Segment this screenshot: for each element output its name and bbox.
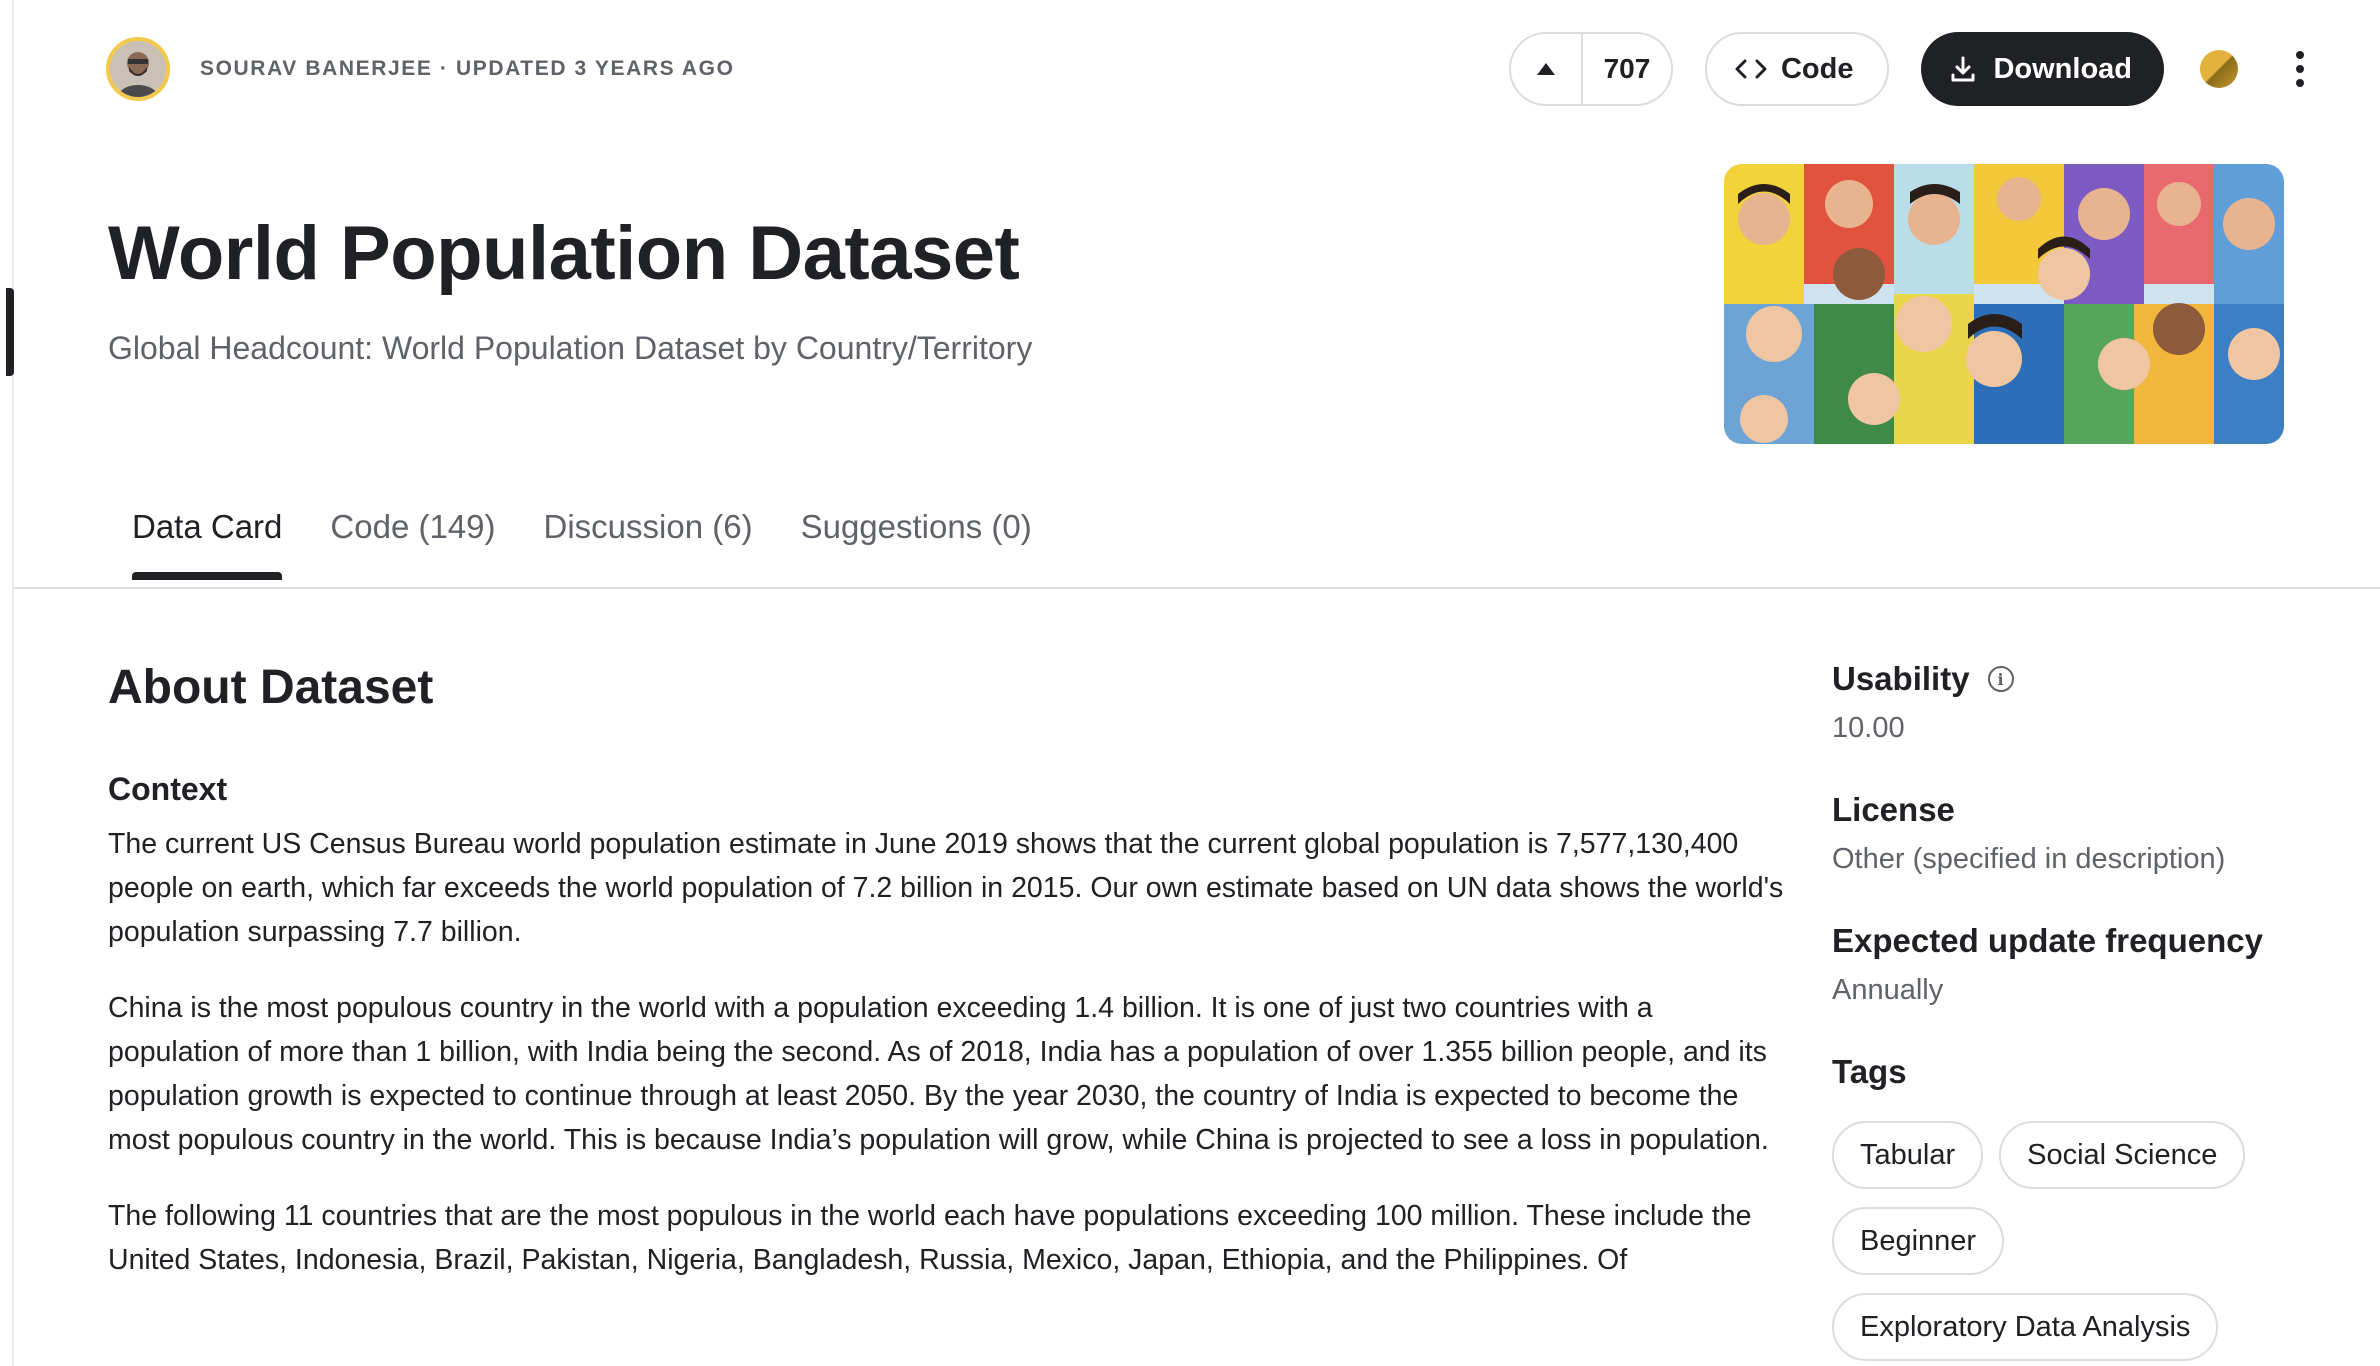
update-frequency-heading: Expected update frequency [1832, 922, 2263, 959]
tag-chip[interactable]: Exploratory Data Analysis [1832, 1293, 2219, 1361]
dataset-subtitle: Global Headcount: World Population Datas… [108, 330, 1033, 366]
author-avatar-image [110, 41, 166, 97]
download-button[interactable]: Download [1921, 32, 2164, 106]
context-paragraph: The following 11 countries that are the … [108, 1200, 1752, 1276]
tabs-divider [14, 587, 2380, 589]
usability-heading: Usability i [1832, 660, 2352, 698]
upvote-count: 707 [1603, 53, 1651, 84]
download-button-label: Download [1993, 52, 2132, 85]
left-rail-active-marker [6, 288, 14, 376]
tab-code[interactable]: Code (149) [330, 508, 495, 576]
usability-value: 10.00 [1832, 712, 1905, 744]
header-actions: 707 Code Download [1508, 32, 2320, 106]
code-button-label: Code [1780, 52, 1854, 85]
about-heading: About Dataset [108, 661, 434, 714]
upvote-group: 707 [1508, 32, 1673, 106]
more-dot-icon [2296, 79, 2304, 87]
context-paragraph: The current US Census Bureau world popul… [108, 828, 1784, 948]
code-button[interactable]: Code [1704, 32, 1890, 106]
tab-data-card[interactable]: Data Card [132, 508, 283, 580]
tag-list: Tabular Social Science Beginner Explorat… [1832, 1121, 2292, 1361]
caret-up-icon [1536, 63, 1555, 75]
author-update-meta: SOURAV BANERJEE · UPDATED 3 YEARS AGO [200, 57, 735, 80]
dataset-tabs: Data Card Code (149) Discussion (6) Sugg… [132, 508, 1032, 580]
tag-chip[interactable]: Social Science [1999, 1121, 2246, 1189]
dataset-metadata-sidebar: Usability i 10.00 License Other (specifi… [1832, 660, 2352, 1361]
update-frequency-value: Annually [1832, 974, 1944, 1006]
context-paragraph: China is the most populous country in th… [108, 992, 1769, 1156]
dataset-title: World Population Dataset [108, 211, 1020, 296]
download-icon [1951, 56, 1975, 82]
tab-suggestions[interactable]: Suggestions (0) [801, 508, 1032, 576]
license-heading: License [1832, 791, 1955, 828]
usability-label: Usability [1832, 660, 1970, 697]
tab-discussion[interactable]: Discussion (6) [544, 508, 753, 576]
tags-heading: Tags [1832, 1053, 1907, 1090]
about-dataset-section: About Dataset Context The current US Cen… [108, 660, 1788, 1314]
more-options-button[interactable] [2280, 39, 2320, 99]
dataset-cover-image [1724, 164, 2284, 444]
tag-chip[interactable]: Tabular [1832, 1121, 1984, 1189]
more-dot-icon [2296, 65, 2304, 73]
left-rail-border [12, 0, 14, 1366]
info-icon[interactable]: i [1987, 666, 2014, 692]
code-brackets-icon [1735, 59, 1767, 79]
context-heading: Context [108, 771, 228, 807]
more-dot-icon [2296, 51, 2304, 59]
gold-medal-icon[interactable] [2200, 50, 2238, 88]
tag-chip[interactable]: Beginner [1832, 1207, 2005, 1275]
upvote-button[interactable] [1511, 34, 1583, 104]
author-avatar[interactable] [106, 37, 170, 101]
dataset-header-bar: SOURAV BANERJEE · UPDATED 3 YEARS AGO 70… [106, 32, 2320, 106]
crowd-illustration [1724, 164, 2284, 444]
license-value: Other (specified in description) [1832, 843, 2226, 875]
